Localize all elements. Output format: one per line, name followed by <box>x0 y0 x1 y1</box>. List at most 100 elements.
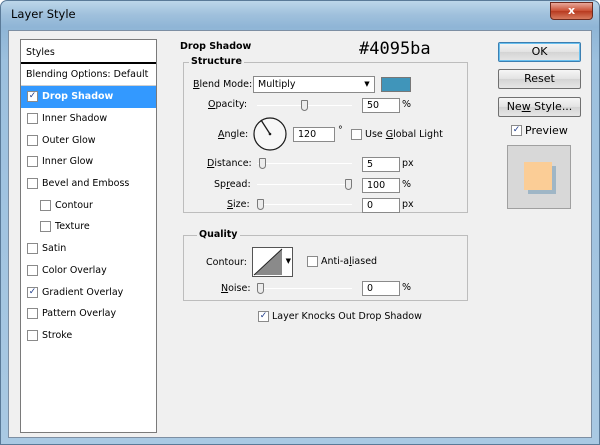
style-item-label: Inner Shadow <box>42 113 108 125</box>
preview-checkbox[interactable]: ✓ <box>511 125 522 136</box>
style-items: ✓ Drop Shadow Inner Shadow Outer Glow Inner … <box>21 86 156 346</box>
style-item-checkbox[interactable] <box>40 199 51 211</box>
anti-aliased-checkbox[interactable] <box>307 256 318 267</box>
spread-slider[interactable] <box>257 179 352 190</box>
distance-unit: px <box>402 158 414 169</box>
distance-label: Distance: <box>207 158 252 169</box>
use-global-light-label[interactable]: Use Global Light <box>365 129 443 140</box>
style-item-label: Stroke <box>42 329 73 341</box>
style-item-checkbox[interactable] <box>27 156 38 168</box>
distance-label-text: istance: <box>214 158 252 169</box>
style-item-pattern-overlay[interactable]: Pattern Overlay <box>21 303 156 325</box>
size-slider[interactable] <box>257 199 352 210</box>
anti-aliased-label[interactable]: Anti-aliased <box>321 256 377 267</box>
style-item-checkbox[interactable] <box>27 329 38 341</box>
preview-label[interactable]: Preview <box>525 124 568 137</box>
use-global-light-text-a: Use <box>365 129 386 140</box>
distance-slider[interactable] <box>257 158 352 169</box>
style-item-label: Bevel and Emboss <box>42 178 130 190</box>
use-global-light-text-b: lobal Light <box>393 129 443 140</box>
spread-label-text-b: ead: <box>229 179 251 190</box>
angle-dial-icon[interactable] <box>252 116 288 152</box>
angle-input[interactable]: 120 <box>293 127 335 142</box>
angle-unit: ° <box>338 125 343 136</box>
blending-options-item[interactable]: Blending Options: Default <box>21 64 156 86</box>
style-item-checkbox[interactable] <box>27 113 38 125</box>
style-item-checkbox[interactable] <box>27 243 38 255</box>
style-item-inner-shadow[interactable]: Inner Shadow <box>21 108 156 130</box>
noise-slider-thumb[interactable] <box>257 283 264 294</box>
style-item-label: Contour <box>55 199 93 211</box>
style-item-checkbox[interactable] <box>27 178 38 190</box>
style-item-stroke[interactable]: Stroke <box>21 325 156 347</box>
opacity-unit: % <box>402 99 412 110</box>
layer-knocks-out-checkbox[interactable]: ✓ <box>258 311 269 322</box>
style-item-bevel-and-emboss[interactable]: Bevel and Emboss <box>21 173 156 195</box>
angle-label-text: ngle: <box>224 129 249 140</box>
style-item-label: Pattern Overlay <box>42 308 117 320</box>
new-style-text-b: Style... <box>530 100 573 113</box>
size-input[interactable]: 0 <box>362 198 400 213</box>
size-label: Size: <box>227 199 250 210</box>
blend-mode-label-text: lend Mode: <box>199 79 253 90</box>
style-item-texture[interactable]: Texture <box>21 216 156 238</box>
opacity-input[interactable]: 50 <box>362 98 400 113</box>
style-item-contour[interactable]: Contour <box>21 194 156 216</box>
close-button[interactable]: x <box>550 2 593 20</box>
shadow-color-swatch[interactable] <box>381 77 411 92</box>
style-item-drop-shadow[interactable]: ✓ Drop Shadow <box>21 86 156 108</box>
style-item-label: Gradient Overlay <box>42 286 124 298</box>
style-item-satin[interactable]: Satin <box>21 238 156 260</box>
style-item-gradient-overlay[interactable]: ✓ Gradient Overlay <box>21 281 156 303</box>
noise-label-text: oise: <box>228 283 251 294</box>
noise-slider[interactable] <box>257 283 352 294</box>
style-item-label: Satin <box>42 243 67 255</box>
spread-slider-thumb[interactable] <box>345 179 352 190</box>
layer-knocks-out-label[interactable]: Layer Knocks Out Drop Shadow <box>272 311 422 322</box>
styles-header[interactable]: Styles <box>21 40 156 64</box>
anti-aliased-text-a: Anti-a <box>321 256 350 267</box>
style-item-checkbox[interactable]: ✓ <box>27 91 38 103</box>
contour-dropdown-icon[interactable]: ▼ <box>286 257 291 265</box>
style-item-label: Texture <box>55 221 90 233</box>
style-item-outer-glow[interactable]: Outer Glow <box>21 129 156 151</box>
style-item-checkbox[interactable] <box>40 221 51 233</box>
contour-label: Contour: <box>206 257 247 268</box>
quality-title: Quality <box>197 229 240 240</box>
ok-button[interactable]: OK <box>498 42 581 62</box>
blend-mode-select[interactable]: Multiply ▼ <box>253 76 375 93</box>
blend-mode-label: Blend Mode: <box>193 79 252 90</box>
opacity-label-text: pacity: <box>215 99 248 110</box>
opacity-slider-thumb[interactable] <box>301 100 308 111</box>
noise-unit: % <box>402 282 412 293</box>
reset-button[interactable]: Reset <box>498 69 581 89</box>
distance-input[interactable]: 5 <box>362 157 400 172</box>
spread-label-text-a: Sp <box>214 179 227 190</box>
size-slider-thumb[interactable] <box>257 199 264 210</box>
use-global-light-checkbox[interactable] <box>351 129 362 140</box>
contour-picker[interactable]: ▼ <box>252 247 293 277</box>
title-bar[interactable]: Layer Style x <box>1 1 599 29</box>
new-style-mnemonic: w <box>521 100 531 113</box>
style-item-checkbox[interactable]: ✓ <box>27 286 38 298</box>
style-item-checkbox[interactable] <box>27 308 38 320</box>
preview-fill-square <box>524 162 552 190</box>
layer-style-window: Layer Style x Styles Blending Options: D… <box>0 0 600 445</box>
opacity-slider[interactable] <box>257 100 352 111</box>
style-item-checkbox[interactable] <box>27 134 38 146</box>
style-item-label: Outer Glow <box>42 134 96 146</box>
spread-input[interactable]: 100 <box>362 178 400 193</box>
distance-slider-thumb[interactable] <box>258 158 266 169</box>
color-annotation: #4095ba <box>359 39 431 59</box>
noise-input[interactable]: 0 <box>362 281 400 296</box>
dialog-client: Styles Blending Options: Default ✓ Drop S… <box>8 30 592 438</box>
style-item-inner-glow[interactable]: Inner Glow <box>21 151 156 173</box>
style-item-color-overlay[interactable]: Color Overlay <box>21 260 156 282</box>
spread-label: Spread: <box>214 179 251 190</box>
style-item-label: Drop Shadow <box>42 91 114 103</box>
angle-label: Angle: <box>218 129 248 140</box>
anti-aliased-text-b: iased <box>351 256 378 267</box>
new-style-button[interactable]: New Style... <box>498 97 581 117</box>
drop-shadow-title: Drop Shadow <box>178 41 254 52</box>
style-item-checkbox[interactable] <box>27 264 38 276</box>
